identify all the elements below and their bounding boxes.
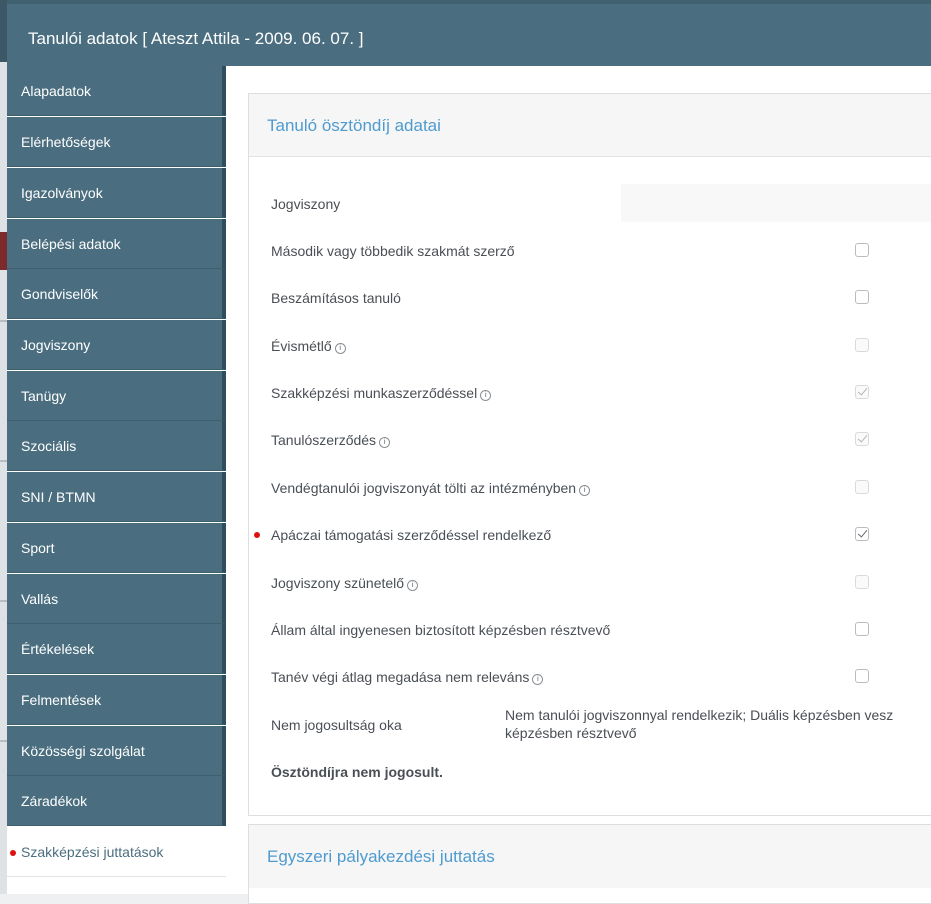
sidebar-item-tanugy[interactable]: Tanügy [7, 371, 226, 421]
sidebar-item-szocialis[interactable]: Szociális [7, 421, 226, 471]
eligibility-status: Ösztöndíjra nem jogosult. [271, 764, 443, 780]
checkbox-label-text: Tanév végi átlag megadása nem releváns [271, 669, 530, 685]
sidebar-item-sport[interactable]: Sport [7, 523, 226, 573]
career-start-panel: Egyszeri pályakezdési juttatás [248, 824, 931, 904]
sidebar-item-zaradekok[interactable]: Záradékok [7, 776, 226, 826]
sidebar-item-igazolvanyok[interactable]: Igazolványok [7, 168, 226, 218]
background-line [0, 320, 7, 322]
checkbox-label-text: Évismétlő [271, 338, 332, 354]
background-page-edge [0, 0, 7, 894]
info-icon[interactable]: i [407, 580, 419, 591]
apaczai-checkbox[interactable] [855, 527, 869, 541]
reason-value-line: Nem tanulói jogviszonnyal rendelkezik; D… [505, 707, 894, 723]
allami-kepzes-checkbox[interactable] [855, 622, 869, 636]
checkbox-row: Jogviszony szünetelő i [271, 568, 931, 598]
jogviszony-value [621, 184, 931, 222]
background-line [0, 460, 7, 462]
sidebar-item-felmentesek[interactable]: Felmentések [7, 675, 226, 725]
sidebar-item-sni-btmn[interactable]: SNI / BTMN [7, 472, 226, 522]
panel-title[interactable]: Tanuló ösztöndíj adatai [249, 94, 931, 157]
checkbox-label: Szakképzési munkaszerződéssel i [271, 378, 492, 408]
info-icon[interactable]: i [579, 485, 591, 496]
panel-title[interactable]: Egyszeri pályakezdési juttatás [249, 825, 931, 888]
atlag-nem-relevans-checkbox[interactable] [855, 669, 869, 683]
sidebar-item-kozossegi-szolgalat[interactable]: Közösségi szolgálat [7, 726, 226, 776]
reason-label: Nem jogosultság oka [271, 717, 402, 733]
sidebar-item-jogviszony[interactable]: Jogviszony [7, 320, 226, 370]
reason-value-line: képzésben résztvevő [505, 725, 637, 741]
sidebar-item-gondviselok[interactable]: Gondviselők [7, 269, 226, 319]
szuneteltetes-checkbox [855, 575, 869, 589]
checkbox-label: Apáczai támogatási szerződéssel rendelke… [271, 527, 552, 543]
background-accent [0, 232, 7, 270]
checkbox-label: Évismétlő i [271, 331, 346, 361]
checkbox-label-text: Tanulószerződés [271, 432, 377, 448]
checkbox-label-text: Jogviszony szünetelő [271, 575, 405, 591]
background-line [0, 600, 7, 602]
background-header [0, 0, 7, 62]
sidebar-item-alapadatok[interactable]: Alapadatok [7, 66, 226, 116]
checkbox-row: Évismétlő i [271, 331, 931, 361]
info-icon[interactable]: i [532, 674, 544, 685]
checkbox-row: Szakképzési munkaszerződéssel i [271, 378, 931, 408]
sidebar-item-ertekelesek[interactable]: Értékelések [7, 624, 226, 674]
checkbox-row: Második vagy többedik szakmát szerző [271, 236, 931, 266]
status-row: Ösztöndíjra nem jogosult. [271, 757, 931, 787]
info-icon[interactable]: i [480, 390, 492, 401]
checkbox-label-text: Vendégtanulói jogviszonyát tölti az inté… [271, 480, 577, 496]
info-icon[interactable]: i [379, 437, 391, 448]
checkbox-row: Tanév végi átlag megadása nem releváns i [271, 662, 931, 692]
checkbox-label: Vendégtanulói jogviszonyát tölti az inté… [271, 473, 591, 503]
checkbox-label: Második vagy többedik szakmát szerző [271, 243, 515, 259]
checkbox-row: Állam által ingyenesen biztosított képzé… [271, 615, 931, 645]
reason-value: Nem tanulói jogviszonnyal rendelkezik; D… [505, 706, 925, 742]
sidebar-item-belepesi-adatok[interactable]: Belépési adatok [7, 219, 226, 269]
scholarship-panel: Tanuló ösztöndíj adatai Jogviszony Másod… [248, 93, 931, 816]
tanuloszerzodes-checkbox [855, 432, 869, 446]
vendegtanulo-checkbox [855, 480, 869, 494]
main-content: Tanuló ösztöndíj adatai Jogviszony Másod… [226, 66, 931, 904]
sidebar-item-elerhetosegek[interactable]: Elérhetőségek [7, 117, 226, 167]
sidebar-item-szakkepzesi-juttatasok[interactable]: Szakképzési juttatások [7, 827, 226, 877]
modal-title: Tanulói adatok [ Ateszt Attila - 2009. 0… [7, 0, 931, 66]
checkbox-label: Tanév végi átlag megadása nem releváns i [271, 662, 544, 692]
checkbox-row: Apáczai támogatási szerződéssel rendelke… [254, 520, 931, 550]
checkbox-label-text: Szakképzési munkaszerződéssel [271, 385, 478, 401]
beszamitasos-checkbox[interactable] [855, 290, 869, 304]
checkbox-label: Tanulószerződés i [271, 425, 391, 455]
munkaszerzodes-checkbox [855, 385, 869, 399]
student-data-modal: Tanulói adatok [ Ateszt Attila - 2009. 0… [7, 0, 931, 904]
checkbox-label: Állam által ingyenesen biztosított képzé… [271, 622, 611, 638]
checkbox-row: Beszámításos tanuló [271, 283, 931, 313]
sidebar-nav: Alapadatok Elérhetőségek Igazolványok Be… [7, 66, 226, 894]
evismetlo-checkbox [855, 338, 869, 352]
checkbox-row: Tanulószerződés i [271, 425, 931, 455]
background-line [0, 740, 7, 742]
masodik-szakma-checkbox[interactable] [855, 243, 869, 257]
required-marker [254, 532, 260, 538]
checkbox-row: Vendégtanulói jogviszonyát tölti az inté… [271, 473, 931, 503]
sidebar-item-vallas[interactable]: Vallás [7, 574, 226, 624]
sidebar-item-label: Szakképzési juttatások [21, 844, 164, 860]
required-marker [10, 850, 16, 856]
checkbox-label: Beszámításos tanuló [271, 290, 401, 306]
jogviszony-label: Jogviszony [271, 196, 341, 212]
info-icon[interactable]: i [334, 343, 346, 354]
checkbox-label: Jogviszony szünetelő i [271, 568, 419, 598]
